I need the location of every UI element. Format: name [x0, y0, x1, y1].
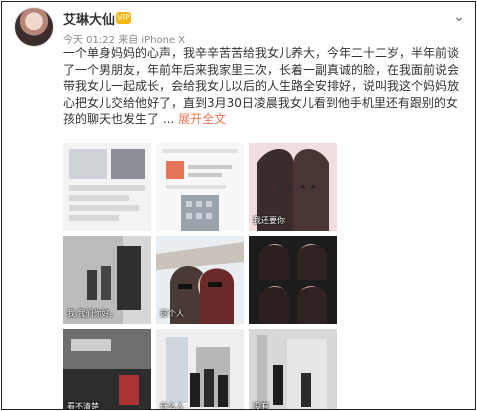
image-caption-9: 没有: [253, 402, 269, 410]
image-thumbnail-3[interactable]: 我还要你: [249, 143, 337, 231]
image-caption-3: 我还要你: [253, 216, 285, 225]
chevron-down-icon[interactable]: ⌄: [451, 9, 467, 25]
photo-2-icon: [156, 143, 244, 231]
image-thumbnail-5[interactable]: 这个人: [156, 236, 244, 324]
image-thumbnail-6[interactable]: [249, 236, 337, 324]
image-caption-7: 看不清楚: [67, 402, 99, 410]
post-body: 一个单身妈妈的心声，我辛辛苦苦给我女儿养大，今年二十二岁，半年前谈了一个男朋友，…: [63, 46, 460, 126]
vip-badge-icon: VIP: [116, 12, 131, 24]
photo-9-icon: [249, 329, 337, 409]
image-thumbnail-4[interactable]: 我,我们你好。: [63, 236, 151, 324]
avatar[interactable]: [14, 7, 54, 47]
photo-8-icon: [156, 329, 244, 409]
image-thumbnail-7[interactable]: 看不清楚: [63, 329, 151, 410]
image-caption-5: 这个人: [160, 309, 184, 318]
expand-full-text-link[interactable]: 展开全文: [178, 112, 226, 126]
photo-6-icon: [249, 236, 337, 324]
image-thumbnail-9[interactable]: 没有: [249, 329, 337, 410]
username[interactable]: 艾琳大仙: [63, 9, 115, 28]
image-caption-4: 我,我们你好。: [67, 309, 118, 318]
post-meta: 今天 01:22 来自 iPhone X: [63, 31, 185, 46]
photo-7-icon: [63, 329, 151, 409]
image-caption-8: 什么人: [160, 402, 184, 410]
image-thumbnail-2[interactable]: [156, 143, 244, 231]
post-text: 一个单身妈妈的心声，我辛辛苦苦给我女儿养大，今年二十二岁，半年前谈了一个男朋友，…: [63, 45, 468, 128]
image-thumbnail-1[interactable]: [63, 143, 151, 231]
image-grid: 我还要你 我,我们你好。 这个人 看不清楚 什么人 没有: [63, 143, 337, 410]
image-thumbnail-8[interactable]: 什么人: [156, 329, 244, 410]
weibo-post-card: 艾琳大仙 VIP ⌄ 今天 01:22 来自 iPhone X 一个单身妈妈的心…: [1, 1, 476, 410]
photo-1-icon: [63, 143, 151, 231]
